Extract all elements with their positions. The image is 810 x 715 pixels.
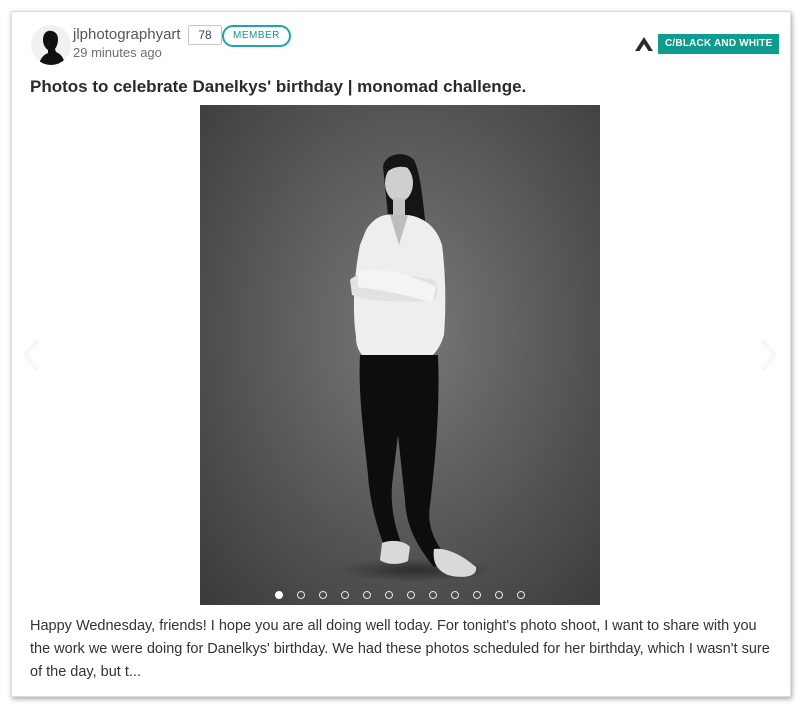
user-silhouette-icon — [39, 30, 65, 65]
carousel-dot[interactable] — [451, 591, 459, 599]
community-logo-icon[interactable] — [634, 36, 654, 57]
carousel-dot[interactable] — [429, 591, 437, 599]
post-card: jlphotographyart 78 MEMBER 29 minutes ag… — [11, 11, 791, 697]
carousel-photo[interactable] — [200, 105, 600, 605]
carousel-dot[interactable] — [319, 591, 327, 599]
author-avatar[interactable] — [31, 25, 71, 65]
chevron-left-icon — [23, 339, 40, 371]
community-tag[interactable]: C/BLACK AND WHITE — [658, 34, 780, 54]
author-name-link[interactable]: jlphotographyart — [73, 26, 181, 43]
post-timestamp[interactable]: 29 minutes ago — [73, 45, 162, 60]
carousel-dot[interactable] — [341, 591, 349, 599]
carousel-dot[interactable] — [385, 591, 393, 599]
carousel-dot[interactable] — [495, 591, 503, 599]
carousel-dot[interactable] — [407, 591, 415, 599]
carousel-dot[interactable] — [517, 591, 525, 599]
carousel-next-button[interactable] — [758, 337, 780, 373]
member-badge: MEMBER — [222, 25, 291, 47]
carousel-dot[interactable] — [275, 591, 283, 599]
portrait-image — [335, 154, 495, 582]
carousel-indicators — [200, 591, 600, 599]
post-title[interactable]: Photos to celebrate Danelkys' birthday |… — [30, 77, 526, 97]
chevron-right-icon — [760, 339, 777, 371]
carousel-dot[interactable] — [297, 591, 305, 599]
carousel-dot[interactable] — [473, 591, 481, 599]
post-excerpt[interactable]: Happy Wednesday, friends! I hope you are… — [30, 615, 775, 684]
carousel-prev-button[interactable] — [20, 337, 42, 373]
reputation-badge: 78 — [188, 25, 222, 45]
carousel-dot[interactable] — [363, 591, 371, 599]
